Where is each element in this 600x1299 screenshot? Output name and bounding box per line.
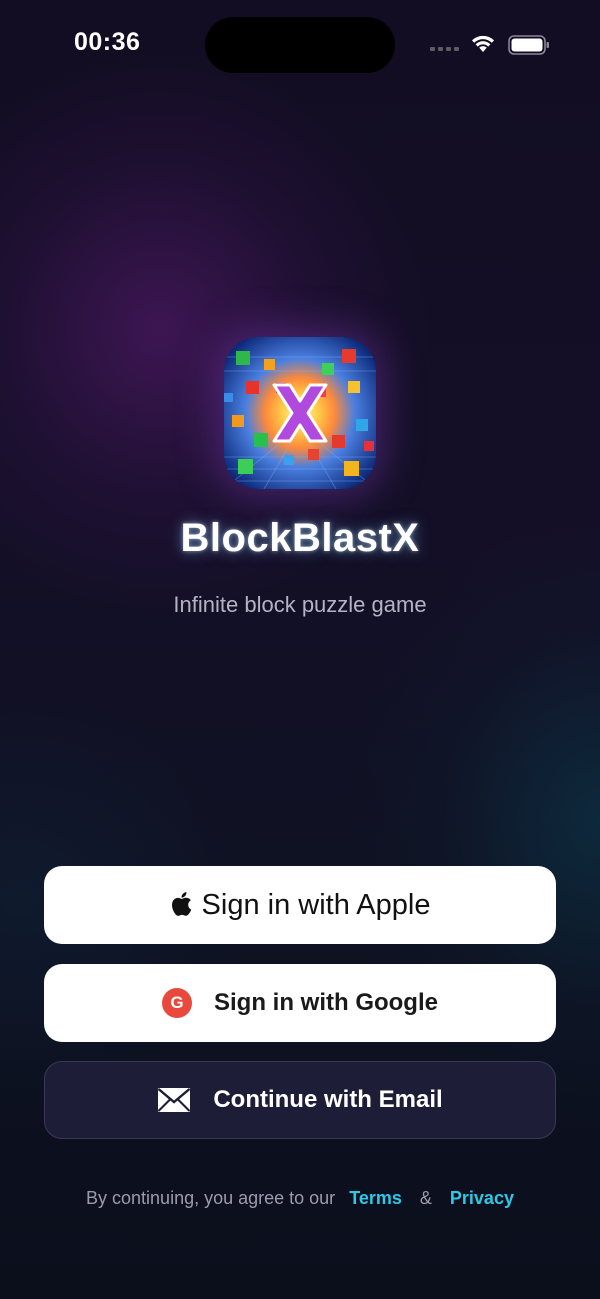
cellular-signal-icon bbox=[430, 47, 459, 51]
app-subtitle: Infinite block puzzle game bbox=[173, 592, 427, 617]
status-time: 00:36 bbox=[74, 28, 141, 56]
battery-icon bbox=[508, 35, 549, 55]
legal-footer: By continuing, you agree to our Terms & … bbox=[0, 1188, 600, 1209]
ampersand-text: & bbox=[419, 1188, 432, 1208]
continue-with-email-button[interactable]: Continue with Email bbox=[44, 1061, 556, 1139]
sign-in-with-google-button[interactable]: G Sign in with Google bbox=[44, 964, 556, 1042]
google-icon: G bbox=[162, 988, 192, 1018]
app-title: BlockBlastX bbox=[180, 516, 420, 560]
google-button-label: Sign in with Google bbox=[214, 989, 438, 1016]
legal-prefix-text: By continuing, you agree to our bbox=[86, 1188, 336, 1208]
app-icon-artwork bbox=[224, 337, 376, 489]
dynamic-island bbox=[205, 17, 395, 73]
terms-link[interactable]: Terms bbox=[349, 1188, 402, 1209]
sign-in-with-apple-button[interactable]: Sign in with Apple bbox=[44, 866, 556, 944]
apple-icon bbox=[171, 892, 191, 916]
sign-in-screen: 00:36 BlockBlastX Infinite block puzzle … bbox=[0, 0, 600, 1299]
wifi-icon bbox=[472, 35, 494, 52]
envelope-icon bbox=[158, 1088, 191, 1112]
privacy-link[interactable]: Privacy bbox=[450, 1188, 514, 1209]
app-icon bbox=[224, 337, 376, 489]
email-button-label: Continue with Email bbox=[213, 1086, 443, 1113]
apple-button-label: Sign in with Apple bbox=[201, 888, 431, 921]
